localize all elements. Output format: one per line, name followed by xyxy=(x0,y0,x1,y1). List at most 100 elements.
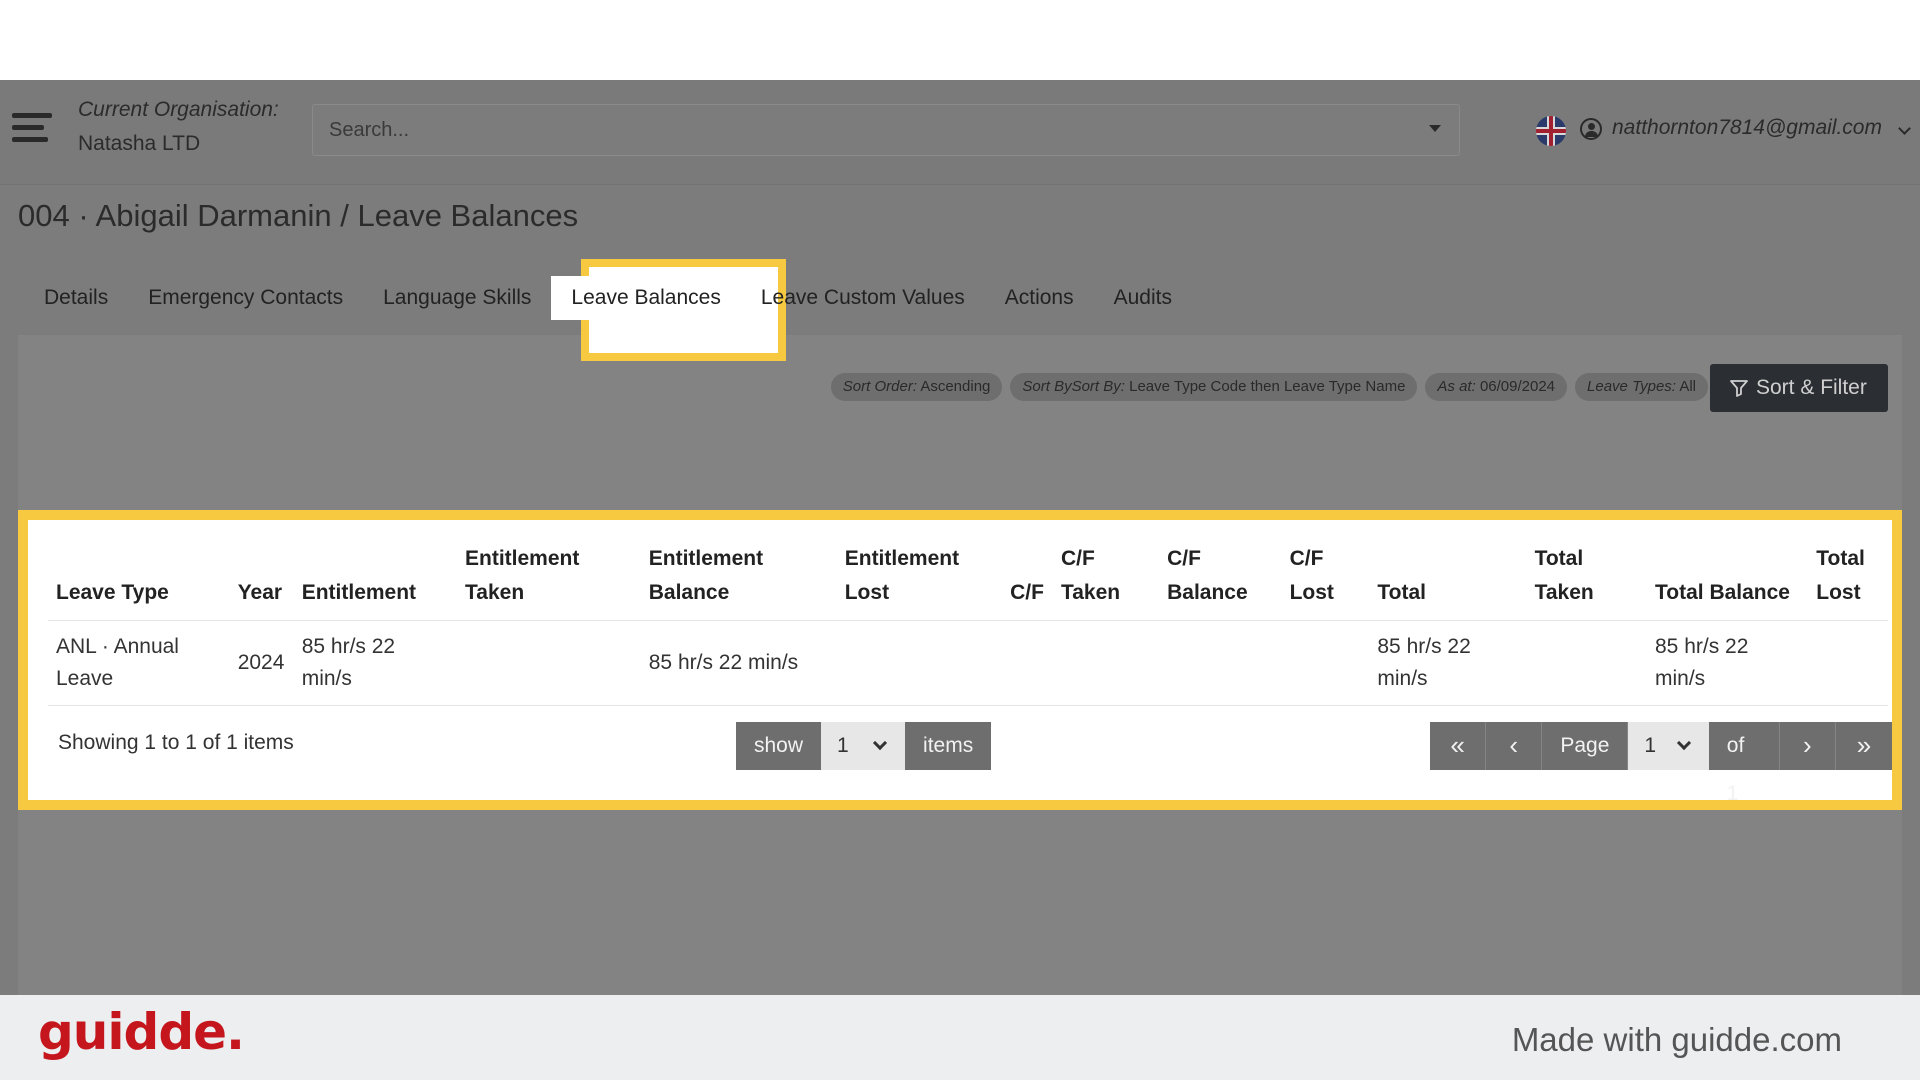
showing-count: Showing 1 to 1 of 1 items xyxy=(58,731,294,754)
caret-down-icon[interactable] xyxy=(1429,125,1441,132)
column-header[interactable]: Total xyxy=(1369,530,1527,621)
column-header-line2: C/F xyxy=(1010,581,1044,604)
tab-audits[interactable]: Audits xyxy=(1094,276,1192,320)
chevron-down-icon xyxy=(872,735,888,751)
breadcrumb-employee[interactable]: 004 · Abigail Darmanin / xyxy=(18,198,357,233)
column-header-line1 xyxy=(1010,542,1045,576)
column-header[interactable]: Leave Type xyxy=(48,530,230,621)
table-cell xyxy=(1808,620,1888,706)
column-header[interactable]: Entitlement xyxy=(293,530,458,621)
table-cell xyxy=(1526,620,1647,706)
tab-leave-custom-values[interactable]: Leave Custom Values xyxy=(741,276,985,320)
chip-as-at-label: As at: xyxy=(1437,378,1476,395)
items-label: items xyxy=(905,722,992,770)
funnel-icon xyxy=(1730,380,1748,397)
show-label: show xyxy=(736,722,822,770)
column-header-line2: Year xyxy=(237,581,283,604)
tab-language-skills[interactable]: Language Skills xyxy=(363,276,551,320)
org-label: Current Organisation: xyxy=(78,98,279,121)
search-box[interactable] xyxy=(312,104,1460,156)
page-total: of 1 xyxy=(1708,722,1780,805)
column-header[interactable]: Entitlement Balance xyxy=(640,530,837,621)
app-frame: Current Organisation: Natasha LTD nattho… xyxy=(0,80,1920,995)
chevron-down-icon xyxy=(1676,735,1691,751)
current-page: 1 xyxy=(1644,734,1657,757)
column-header[interactable]: Entitlement Lost xyxy=(836,530,1003,621)
table-body: ANL · Annual Leave 2024 85 hr/s 22 min/s 85… xyxy=(48,620,1888,706)
column-header-line1: Total xyxy=(1534,547,1584,570)
column-header[interactable]: Total Taken xyxy=(1526,530,1647,621)
chip-sort-order-value: Ascending xyxy=(920,378,991,395)
page-size-value: 1 xyxy=(837,734,849,757)
column-header[interactable]: C/F Taken xyxy=(1052,530,1160,621)
column-header-line1: C/F xyxy=(1167,547,1201,570)
column-header-line1: Entitlement xyxy=(648,547,764,570)
table-header-row: Leave Type Year Entitlement Entitlement Ta… xyxy=(48,530,1888,621)
chip-leave-types-label: Leave Types: xyxy=(1587,378,1676,395)
table-row[interactable]: ANL · Annual Leave 2024 85 hr/s 22 min/s 85… xyxy=(48,620,1888,706)
table-cell: 2024 xyxy=(229,620,294,706)
sort-filter-label: Sort & Filter xyxy=(1756,376,1867,399)
column-header-line1 xyxy=(302,542,449,576)
column-header[interactable]: C/F xyxy=(1002,530,1053,621)
table-cell: 85 hr/s 22 min/s xyxy=(1369,620,1527,706)
column-header-line1: C/F xyxy=(1289,547,1324,570)
column-header[interactable]: Total Lost xyxy=(1808,530,1888,621)
pagination-control: « ‹ Page 1 of 1 › » xyxy=(1430,722,1892,805)
table-cell: 85 hr/s 22 min/s xyxy=(1647,620,1809,706)
page-size-control: show 1 items xyxy=(736,722,992,770)
column-header-line2: Lost xyxy=(1816,581,1861,604)
uk-flag-icon[interactable] xyxy=(1536,116,1566,146)
chip-leave-types-value: All xyxy=(1679,378,1696,395)
page-size-select[interactable]: 1 xyxy=(821,722,906,770)
column-header[interactable]: C/F Lost xyxy=(1281,530,1370,621)
chip-as-at-value: 06/09/2024 xyxy=(1479,378,1556,395)
chip-leave-types: Leave Types: All xyxy=(1575,373,1708,401)
first-page-icon[interactable]: « xyxy=(1430,722,1487,770)
column-header-line2: Balance xyxy=(648,581,730,604)
table-cell xyxy=(1002,620,1053,706)
column-header-line2: Leave Type xyxy=(56,581,169,604)
column-header-line1 xyxy=(1655,542,1800,576)
column-header[interactable]: Year xyxy=(229,530,294,621)
column-header-line1: Entitlement xyxy=(844,547,960,570)
prev-page-icon[interactable]: ‹ xyxy=(1486,722,1543,770)
column-header-line2: Taken xyxy=(465,581,525,604)
table-cell xyxy=(1159,620,1282,706)
column-header-line1 xyxy=(1377,542,1518,576)
column-header-line1: Total xyxy=(1816,547,1865,570)
column-header-line2: Taken xyxy=(1060,581,1121,604)
column-header[interactable]: Entitlement Taken xyxy=(457,530,641,621)
chip-sort-order: Sort Order: Ascending xyxy=(830,373,1003,401)
search-input[interactable] xyxy=(313,105,1393,155)
column-header-line2: Taken xyxy=(1534,581,1594,604)
made-with-text: Made with guidde.com xyxy=(1511,1021,1842,1058)
filter-chips: Sort Order: Ascending Sort BySort By: Le… xyxy=(830,373,1708,401)
top-strip xyxy=(0,0,1920,80)
chip-sort-order-label: Sort Order: xyxy=(842,378,917,395)
table-cell xyxy=(1281,620,1370,706)
chip-sort-by-value: Leave Type Code then Leave Type Name xyxy=(1129,378,1406,395)
column-header-line1 xyxy=(238,542,286,576)
tab-leave-balances[interactable]: Leave Balances xyxy=(551,276,741,320)
page-title: 004 · Abigail Darmanin / Leave Balances xyxy=(18,198,578,234)
column-header-line2: Total xyxy=(1377,581,1426,604)
last-page-icon[interactable]: » xyxy=(1835,722,1892,770)
leave-balances-table: Leave Type Year Entitlement Entitlement Ta… xyxy=(48,530,1888,706)
page-select[interactable]: 1 xyxy=(1628,722,1709,770)
column-header-line1: C/F xyxy=(1060,547,1095,570)
sort-filter-button[interactable]: Sort & Filter xyxy=(1710,364,1888,412)
hamburger-menu-icon[interactable] xyxy=(12,113,52,147)
org-name[interactable]: Natasha LTD xyxy=(78,132,200,156)
chip-sort-by: Sort BySort By: Leave Type Code then Lea… xyxy=(1010,373,1418,401)
chevron-down-icon[interactable] xyxy=(1898,122,1911,135)
page-label: Page xyxy=(1542,722,1629,770)
tab-details[interactable]: Details xyxy=(24,276,128,320)
user-email[interactable]: natthornton7814@gmail.com xyxy=(1612,116,1882,140)
column-header[interactable]: Total Balance xyxy=(1647,530,1809,621)
next-page-icon[interactable]: › xyxy=(1779,722,1836,770)
tab-actions[interactable]: Actions xyxy=(985,276,1094,320)
column-header[interactable]: C/F Balance xyxy=(1159,530,1282,621)
column-header-line1: Entitlement xyxy=(465,547,580,570)
tab-emergency-contacts[interactable]: Emergency Contacts xyxy=(128,276,363,320)
